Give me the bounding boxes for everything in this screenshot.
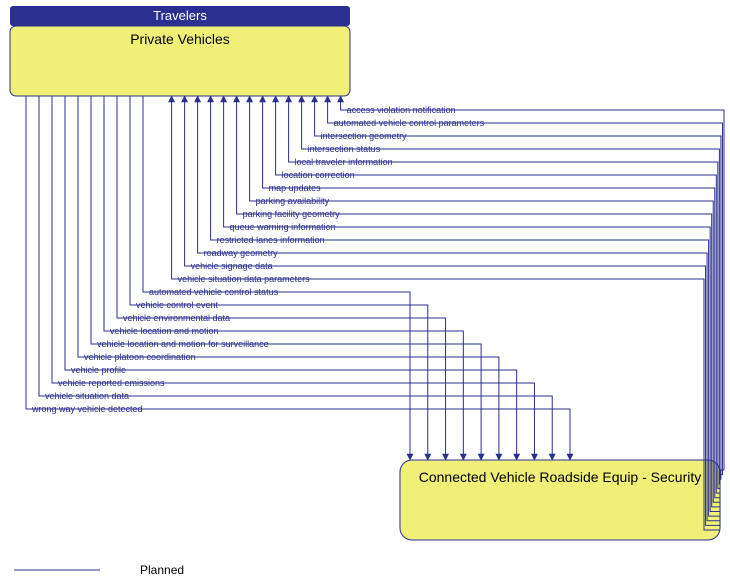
top-node: Travelers Private Vehicles [10, 6, 350, 96]
flow-down-label: vehicle location and motion for surveill… [97, 339, 269, 349]
flow-up-label: intersection geometry [321, 131, 408, 141]
flow-up-label: restricted lanes information [217, 235, 325, 245]
flow-down-label: wrong way vehicle detected [31, 404, 143, 414]
flow-down-label: vehicle situation data [45, 391, 129, 401]
flow-up-line [328, 96, 723, 475]
top-node-title: Private Vehicles [130, 31, 230, 47]
flow-diagram: Travelers Private Vehicles Connected Veh… [0, 0, 730, 588]
flow-up-line [211, 96, 720, 516]
flow-up-label: intersection status [308, 144, 381, 154]
flow-down-label: vehicle location and motion [110, 326, 219, 336]
flow-up-label: location correction [282, 170, 355, 180]
flow-down-label: automated vehicle control status [149, 287, 279, 297]
flow-up-label: vehicle situation data parameters [178, 274, 311, 284]
flow-up-label: access violation notification [347, 105, 456, 115]
flow-down-label: vehicle platoon coordination [84, 352, 196, 362]
top-node-header-text: Travelers [153, 8, 207, 23]
bottom-node: Connected Vehicle Roadside Equip - Secur… [400, 460, 720, 540]
flow-down-label: vehicle profile [71, 365, 126, 375]
flow-down-label: vehicle environmental data [123, 313, 230, 323]
bottom-node-title: Connected Vehicle Roadside Equip - Secur… [419, 469, 702, 485]
flow-up-line [276, 96, 720, 493]
legend-label-planned: Planned [140, 563, 184, 577]
flow-up-line [341, 96, 724, 470]
flow-up-label: parking availability [256, 196, 330, 206]
flow-up-label: queue warning information [230, 222, 336, 232]
flow-up-label: automated vehicle control parameters [334, 118, 485, 128]
flow-up-label: roadway geometry [204, 248, 279, 258]
flow-down-label: vehicle control event [136, 300, 219, 310]
flow-up-line [302, 96, 720, 484]
legend: Planned [14, 563, 184, 577]
flow-up-label: vehicle signage data [191, 261, 273, 271]
flow-up-label: map updates [269, 183, 322, 193]
flow-up-label: parking facility geometry [243, 209, 341, 219]
flow-down-label: vehicle reported emissions [58, 378, 165, 388]
flow-up-label: local traveler information [295, 157, 393, 167]
